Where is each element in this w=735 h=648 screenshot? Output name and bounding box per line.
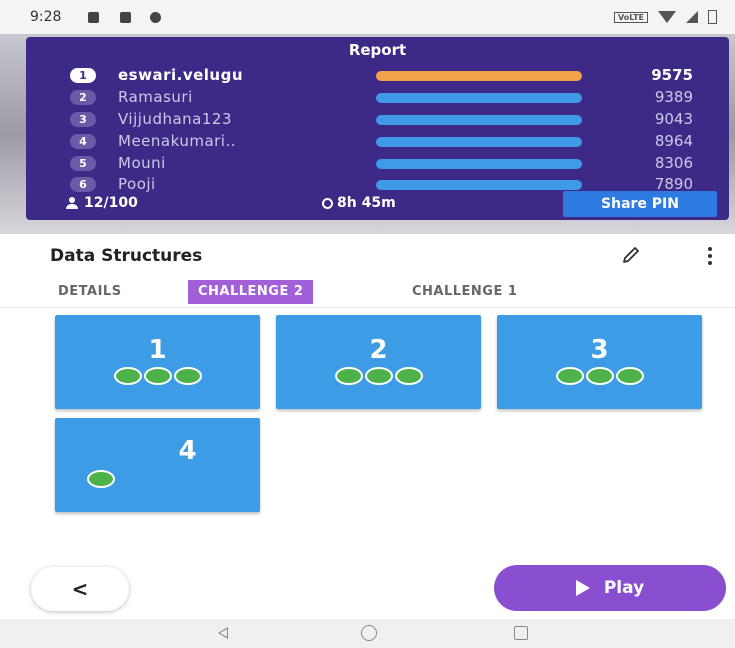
battery-icon [708, 10, 717, 24]
back-button[interactable]: < [31, 567, 129, 611]
tab-challenge-1[interactable]: CHALLENGE 1 [412, 280, 517, 304]
pencil-icon[interactable] [620, 244, 642, 266]
level-card[interactable]: 3 [497, 315, 702, 409]
play-icon [575, 580, 590, 596]
tab-challenge-2[interactable]: CHALLENGE 2 [188, 280, 314, 304]
leaderboard-row: 2 Ramasuri 9389 [26, 87, 729, 109]
notification-icon [88, 12, 99, 23]
leaderboard-row: 5 Mouni 8306 [26, 153, 729, 175]
level-number: 3 [590, 335, 609, 365]
rank-badge: 2 [70, 90, 96, 105]
score-bar [376, 180, 582, 190]
nav-back-icon[interactable] [218, 627, 228, 639]
score-bar [376, 71, 582, 81]
report-panel: Report 1 eswari.velugu 9575 2 Ramasuri 9… [26, 37, 729, 220]
level-number: 1 [148, 335, 167, 365]
play-label: Play [603, 578, 645, 598]
player-score: 8964 [654, 132, 693, 150]
score-bar [376, 115, 582, 125]
system-nav-bar [0, 619, 735, 648]
player-name: Mouni [118, 154, 166, 172]
player-score: 9043 [654, 110, 693, 128]
share-pin-button[interactable]: Share PIN [563, 191, 717, 217]
level-dots [497, 367, 702, 385]
star-dot [394, 367, 423, 385]
whatsapp-icon [150, 12, 161, 23]
level-dots [276, 367, 481, 385]
player-name: Ramasuri [118, 88, 193, 106]
rank-badge: 4 [70, 134, 96, 149]
tab-divider [0, 307, 735, 308]
player-count: 12/100 [66, 195, 138, 211]
player-name: Vijjudhana123 [118, 110, 232, 128]
level-dots [87, 470, 115, 488]
player-name: eswari.velugu [118, 66, 244, 84]
level-card[interactable]: 2 [276, 315, 481, 409]
star-dot [173, 367, 202, 385]
level-number: 2 [369, 335, 388, 365]
star-dot [585, 367, 614, 385]
rank-badge: 3 [70, 112, 96, 127]
player-count-text: 12/100 [84, 195, 138, 211]
star-dot [334, 367, 363, 385]
tab-bar: DETAILS CHALLENGE 2 CHALLENGE 1 [0, 280, 735, 306]
nav-recents-icon[interactable] [514, 626, 528, 640]
nav-home-icon[interactable] [361, 625, 377, 641]
signal-icon [686, 11, 698, 23]
rank-badge: 5 [70, 156, 96, 171]
level-dots [55, 367, 260, 385]
page-title: Data Structures [50, 246, 203, 266]
leaderboard-row: 1 eswari.velugu 9575 [26, 65, 729, 87]
player-score: 9389 [654, 88, 693, 106]
wifi-icon [658, 11, 676, 23]
score-bar [376, 93, 582, 103]
score-bar [376, 137, 582, 147]
status-bar: 9:28 VoLTE [0, 0, 735, 34]
player-score: 9575 [651, 66, 693, 84]
score-bar [376, 159, 582, 169]
status-time: 9:28 [30, 9, 62, 25]
level-card[interactable]: 4 [55, 418, 260, 512]
rank-badge: 1 [70, 68, 96, 83]
star-dot [555, 367, 584, 385]
leaderboard-row: 3 Vijjudhana123 9043 [26, 109, 729, 131]
photo-notification-icon [120, 12, 131, 23]
player-score: 8306 [654, 154, 693, 172]
more-options-icon[interactable] [706, 245, 714, 267]
rank-badge: 6 [70, 177, 96, 192]
star-dot [113, 367, 142, 385]
player-name: Meenakumari.. [118, 132, 237, 150]
tab-details[interactable]: DETAILS [58, 280, 122, 304]
report-title: Report [348, 41, 407, 59]
person-icon [66, 197, 78, 209]
clock-icon [322, 197, 333, 209]
star-dot [364, 367, 393, 385]
report-footer: 12/100 8h 45m Share PIN [26, 191, 729, 217]
time-remaining-text: 8h 45m [337, 195, 396, 211]
leaderboard-row: 4 Meenakumari.. 8964 [26, 131, 729, 153]
star-dot [143, 367, 172, 385]
star-dot [87, 470, 115, 488]
level-card[interactable]: 1 [55, 315, 260, 409]
play-button[interactable]: Play [494, 565, 726, 611]
volte-indicator: VoLTE [614, 11, 648, 23]
time-remaining: 8h 45m [322, 195, 396, 211]
star-dot [615, 367, 644, 385]
level-number: 4 [178, 436, 197, 466]
